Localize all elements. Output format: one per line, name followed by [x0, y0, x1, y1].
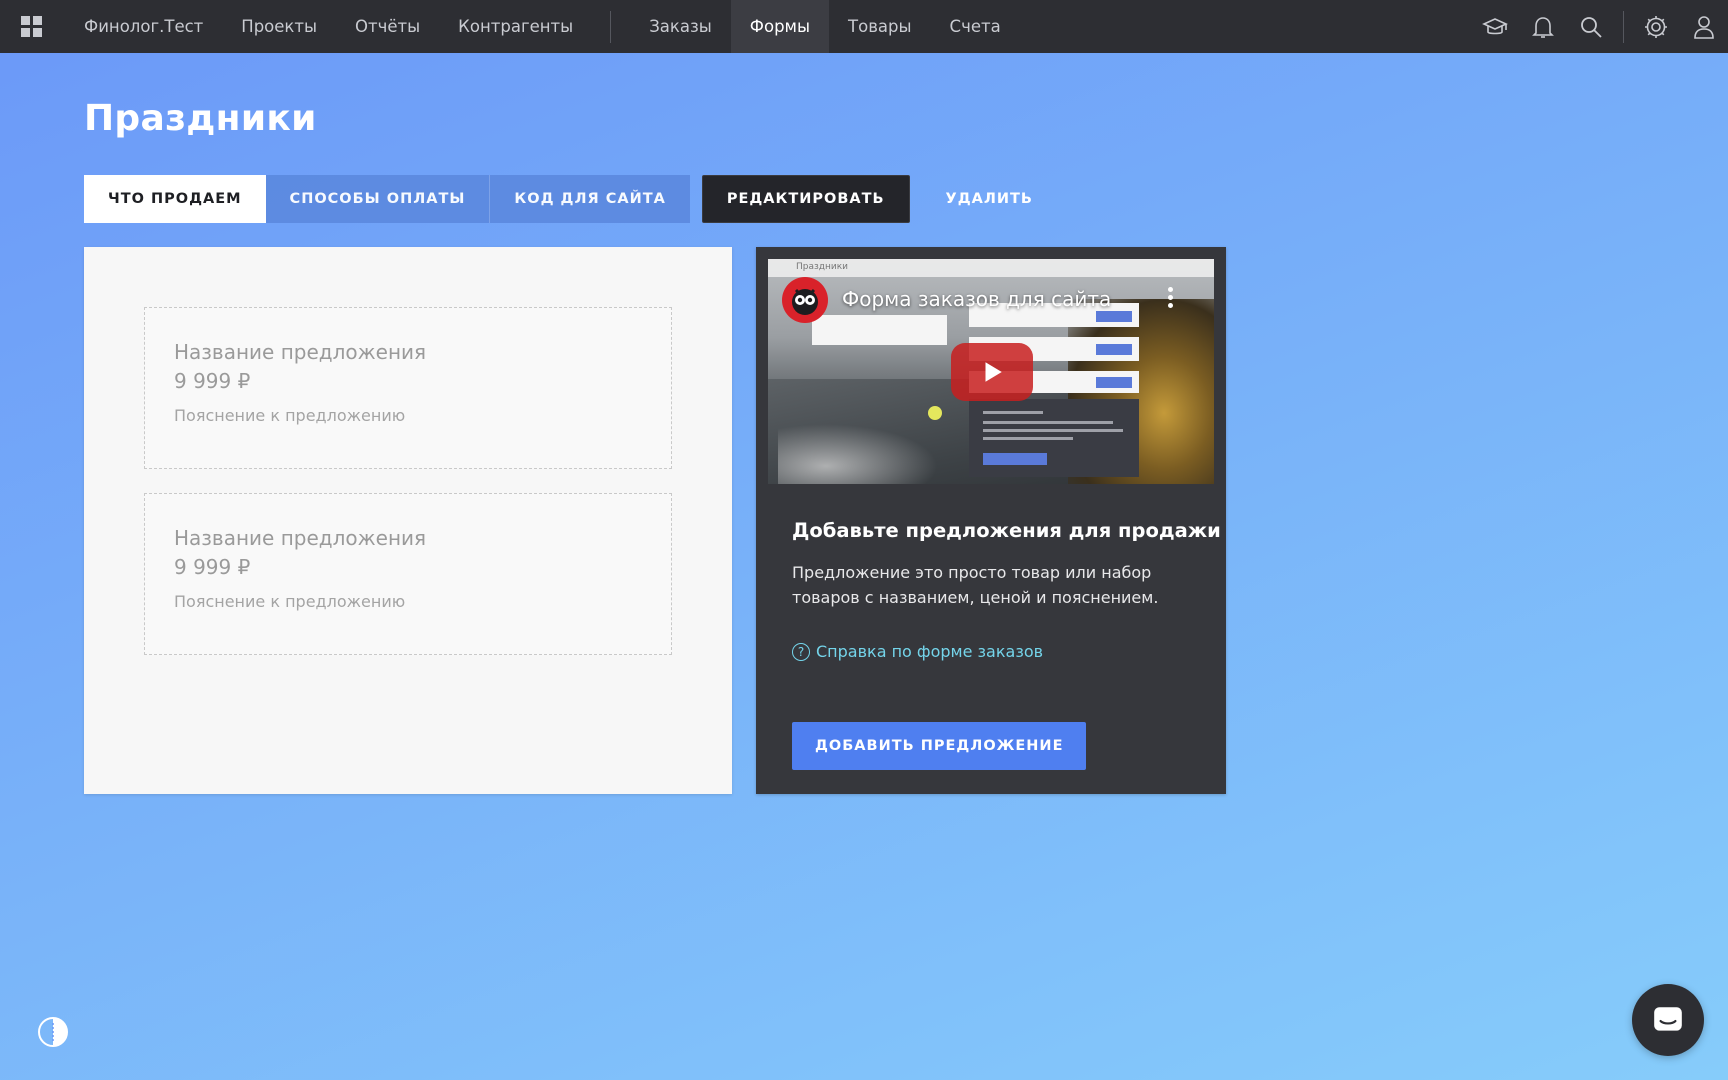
delete-button[interactable]: Удалить	[922, 175, 1057, 223]
top-right-icons	[1471, 0, 1728, 53]
play-icon[interactable]	[951, 343, 1033, 401]
tab-site-code[interactable]: Код для сайта	[489, 175, 690, 223]
nav-item-contractors[interactable]: Контрагенты	[439, 0, 592, 53]
info-card: Праздники Форма заказов для сайта Добавь…	[756, 247, 1226, 794]
page-title: Праздники	[84, 98, 317, 139]
offer-description: Пояснение к предложению	[174, 592, 406, 611]
nav-item-forms[interactable]: Формы	[730, 0, 830, 53]
offer-placeholder[interactable]: Название предложения 9 999 ₽ Пояснение к…	[144, 493, 672, 655]
help-link[interactable]: ? Справка по форме заказов	[792, 642, 1043, 661]
offers-card: Название предложения 9 999 ₽ Пояснение к…	[84, 247, 732, 794]
offer-name: Название предложения	[174, 526, 427, 550]
tab-what-we-sell[interactable]: Что продаем	[84, 175, 266, 223]
tab-payment-methods[interactable]: Способы оплаты	[265, 175, 490, 223]
video-mock-button	[1096, 344, 1132, 355]
nav-item-goods[interactable]: Товары	[829, 0, 931, 53]
nav-divider	[610, 10, 612, 43]
user-icon[interactable]	[1680, 0, 1728, 53]
add-offer-button[interactable]: Добавить предложение	[792, 722, 1087, 770]
video-mock-breadcrumb: Праздники	[796, 262, 849, 272]
apps-grid-icon[interactable]	[0, 0, 64, 53]
info-text: Предложение это просто товар или набор т…	[792, 563, 1159, 607]
video-mock-header: Праздники	[768, 259, 1214, 277]
video-mock-button	[983, 453, 1047, 465]
nav-item-invoices[interactable]: Счета	[931, 0, 1020, 53]
offer-description: Пояснение к предложению	[174, 406, 406, 425]
video-cursor-highlight	[928, 406, 942, 420]
video-player[interactable]: Праздники Форма заказов для сайта	[768, 259, 1214, 484]
contrast-toggle-icon[interactable]	[36, 1015, 70, 1049]
offer-placeholder[interactable]: Название предложения 9 999 ₽ Пояснение к…	[144, 307, 672, 469]
nav-item-reports[interactable]: Отчёты	[336, 0, 439, 53]
offer-price: 9 999 ₽	[174, 555, 251, 579]
video-mock-button	[1096, 377, 1132, 388]
nav-item-orders[interactable]: Заказы	[630, 0, 731, 53]
graduation-cap-icon[interactable]	[1471, 0, 1519, 53]
top-nav-bar: Финолог.Тест Проекты Отчёты Контрагенты …	[0, 0, 1728, 53]
nav-item-projects[interactable]: Проекты	[222, 0, 336, 53]
video-mock-panel	[812, 315, 947, 345]
video-mock-button	[1096, 311, 1132, 322]
info-heading: Добавьте предложения для продажи	[792, 519, 1221, 542]
video-mock-line	[983, 411, 1043, 414]
channel-avatar-icon[interactable]	[782, 277, 828, 323]
video-mock-line	[983, 437, 1073, 440]
edit-button[interactable]: Редактировать	[701, 175, 910, 223]
icons-divider	[1623, 10, 1624, 43]
video-mock-dark-panel	[969, 399, 1139, 477]
video-thumbnail-foam	[778, 424, 938, 484]
video-mock-line	[983, 421, 1113, 424]
form-tabs: Что продаем Способы оплаты Код для сайта…	[84, 175, 1057, 223]
more-vertical-icon[interactable]	[1168, 287, 1174, 309]
offer-price: 9 999 ₽	[174, 369, 251, 393]
question-circle-icon: ?	[792, 642, 810, 661]
nav-item-finolog[interactable]: Финолог.Тест	[64, 0, 222, 53]
bell-icon[interactable]	[1519, 0, 1567, 53]
video-mock-line	[983, 429, 1123, 432]
video-title[interactable]: Форма заказов для сайта	[842, 287, 1111, 311]
chat-icon[interactable]	[1632, 984, 1704, 1056]
gear-icon[interactable]	[1632, 0, 1680, 53]
search-icon[interactable]	[1567, 0, 1615, 53]
help-link-label: Справка по форме заказов	[816, 642, 1044, 661]
offer-name: Название предложения	[174, 340, 427, 364]
